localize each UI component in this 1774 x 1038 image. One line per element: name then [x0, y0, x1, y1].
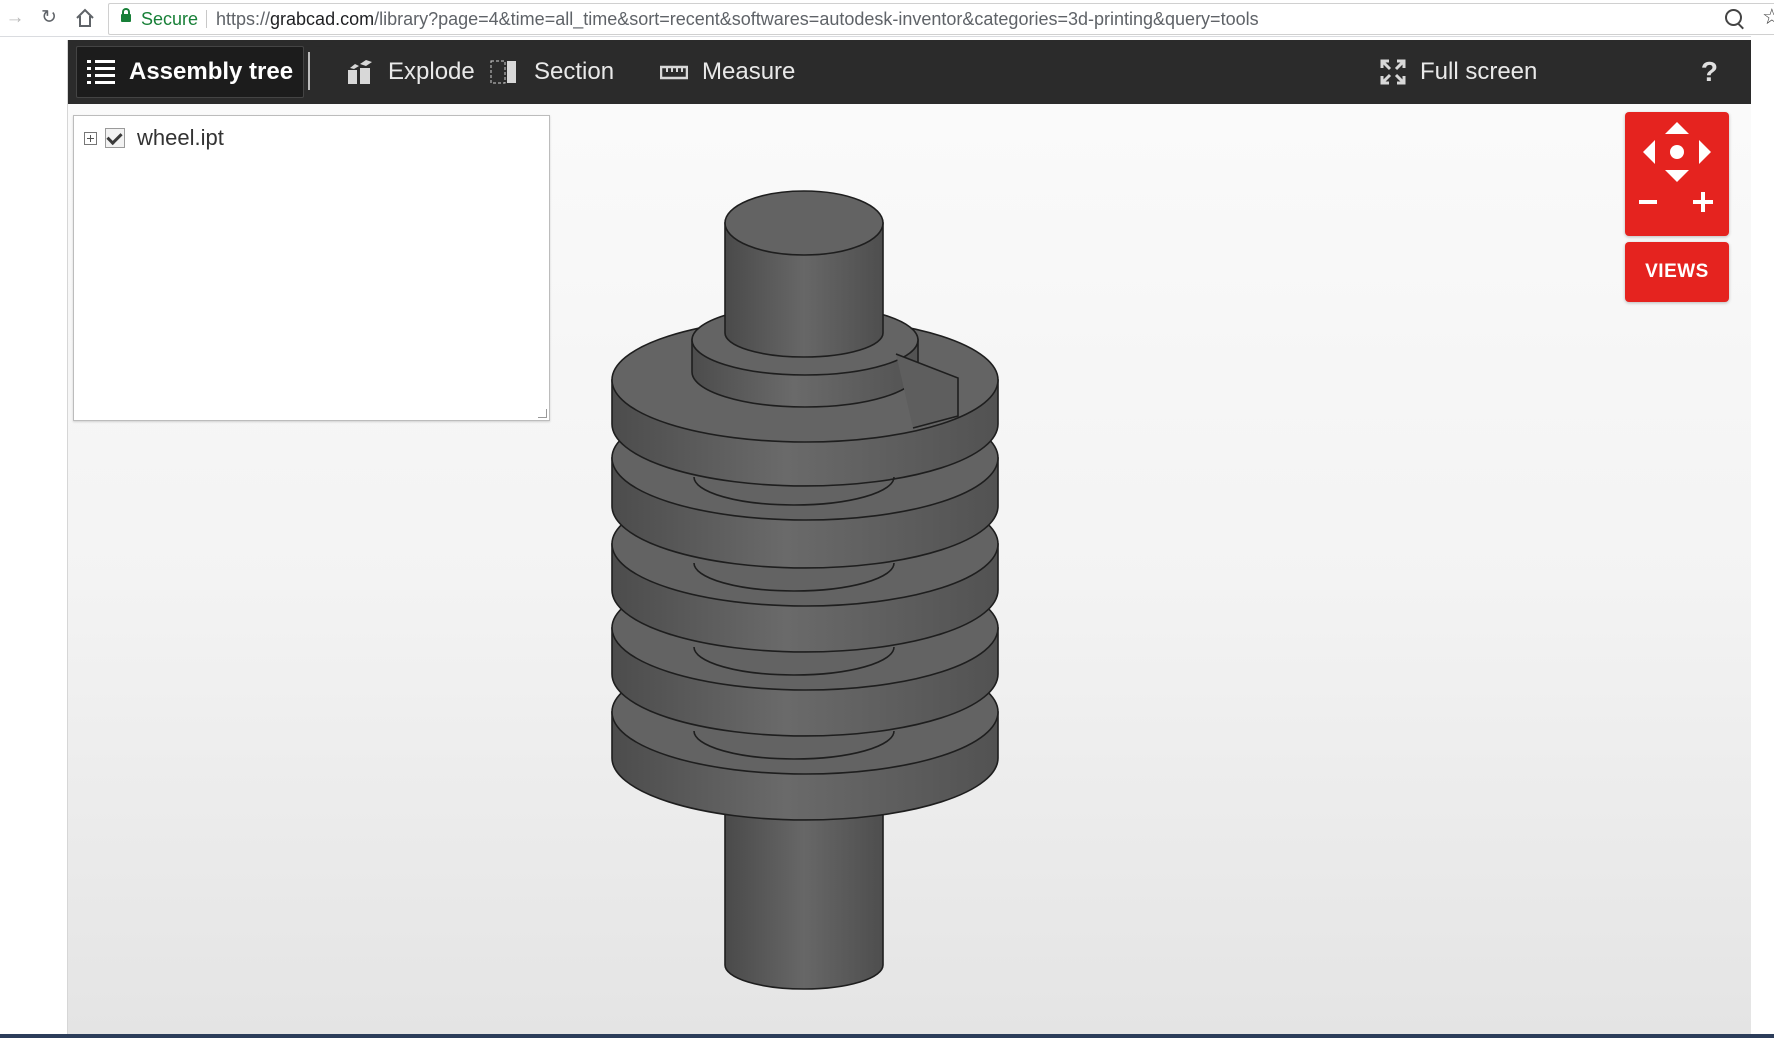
lock-icon: [121, 8, 131, 22]
url-text[interactable]: https://grabcad.com/library?page=4&time=…: [216, 4, 1259, 34]
browser-address-bar: → ↻ Secure https://grabcad.com/library?p…: [0, 0, 1774, 37]
pan-up-icon: [1665, 122, 1689, 134]
url-path: /library?page=4&time=all_time&sort=recen…: [374, 9, 1259, 29]
navigation-control[interactable]: [1625, 112, 1729, 236]
reload-icon[interactable]: ↻: [36, 5, 62, 31]
taskbar-edge: [0, 1034, 1774, 1038]
orbit-center-icon: [1670, 145, 1684, 159]
page-scroll-gutter: [1751, 36, 1774, 1038]
url-host: grabcad.com: [270, 9, 375, 29]
zoom-icon[interactable]: [1725, 9, 1742, 26]
omnibox-separator: [206, 10, 207, 28]
zoom-in-icon: [1693, 192, 1713, 212]
secure-label: Secure: [141, 9, 199, 29]
views-button[interactable]: VIEWS: [1625, 242, 1729, 302]
cad-viewer[interactable]: Assembly tree Explode Section Measure Fu…: [67, 40, 1752, 1038]
3d-model-render[interactable]: [68, 40, 1752, 1038]
url-scheme: https://: [216, 9, 271, 29]
home-icon[interactable]: [72, 5, 98, 31]
forward-icon[interactable]: →: [2, 5, 28, 31]
bookmark-star-icon[interactable]: ☆: [1762, 4, 1774, 30]
zoom-out-icon: [1639, 200, 1657, 204]
pan-down-icon: [1665, 170, 1689, 182]
omnibox[interactable]: Secure https://grabcad.com/library?page=…: [108, 3, 1774, 35]
pan-right-icon: [1699, 140, 1711, 164]
pan-left-icon: [1643, 140, 1655, 164]
